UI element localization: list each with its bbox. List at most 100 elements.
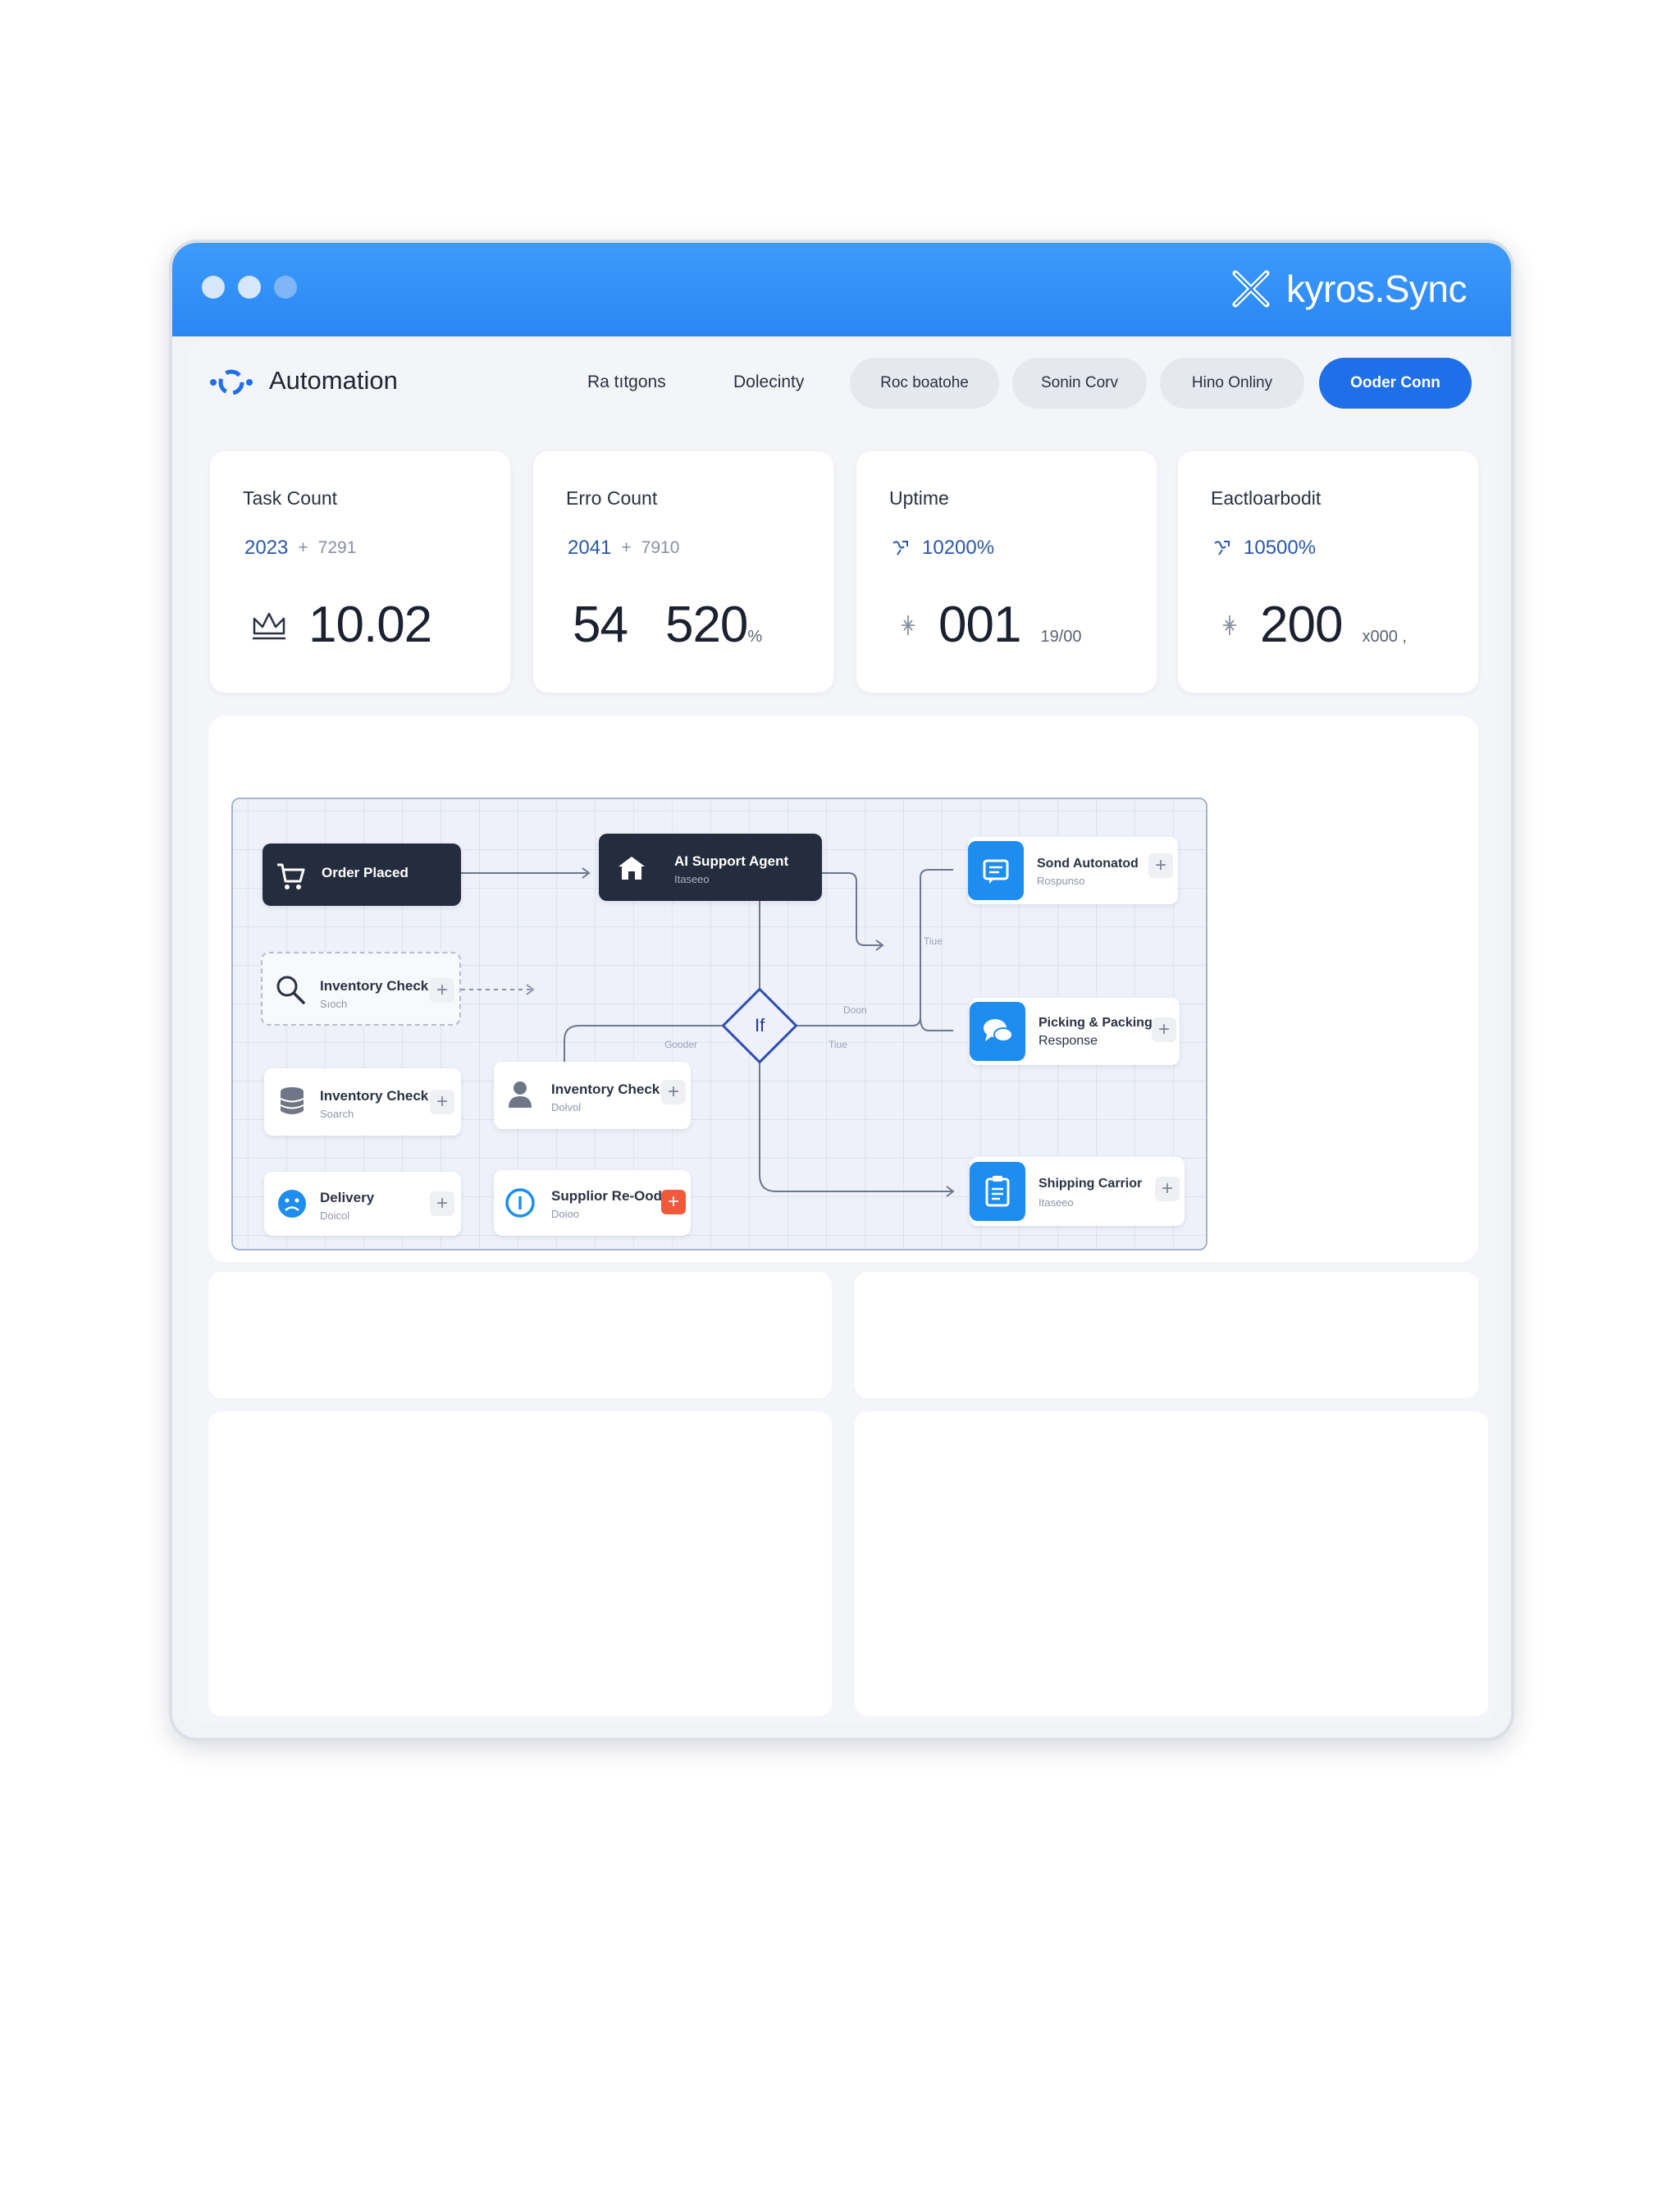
if-decision-label: If [755, 1015, 765, 1035]
node-title: AI Support Agent [674, 853, 789, 869]
stat-value: 200 [1260, 597, 1343, 653]
stat-value: 10.02 [308, 597, 432, 653]
stat-sub-value: 2041 [568, 537, 612, 559]
stat-sub-extra: 7910 [641, 538, 680, 557]
node-supplier-reorder[interactable]: Supplior Re-Oodr Doioo + [494, 1170, 691, 1236]
node-subtitle: Sıoch [320, 998, 348, 1010]
stat-value-prefix: 54 [573, 597, 628, 653]
store-icon [619, 857, 645, 880]
title-bar: kyros.Sync [172, 243, 1511, 336]
node-ai-support-agent[interactable]: AI Support Agent Itaseeo [599, 834, 822, 901]
top-nav: Automation Ra tıtgons Dolecinty Roc boat… [189, 340, 1496, 425]
node-title: Shipping Carrior [1039, 1177, 1143, 1191]
node-inventory-check-database[interactable]: Inventory Check Soarch + [264, 1068, 461, 1136]
stat-card-error-count: Erro Count 2041 + 7910 54 520% [533, 451, 833, 693]
node-delivery[interactable]: Delivery Doicol + [264, 1172, 461, 1236]
node-title: Inventory Check [320, 978, 429, 994]
search-icon [276, 976, 305, 1004]
node-subtitle: Doicol [320, 1209, 350, 1222]
maximize-window-button[interactable] [274, 276, 297, 299]
node-shipping-carrier[interactable]: Shipping Carrior Itaseeo + [970, 1157, 1185, 1226]
stat-sub-sep: + [298, 538, 308, 557]
wire-label-false: Doon [843, 1004, 867, 1016]
add-step-button[interactable]: + [430, 1191, 454, 1216]
stat-title: Erro Count [566, 487, 658, 509]
node-subtitle: Response [1039, 1034, 1098, 1048]
stat-sub: 2041 + 7910 [568, 537, 679, 560]
wire-agent-to-split [822, 872, 883, 946]
node-subtitle: Soarch [320, 1108, 354, 1120]
stat-sub-value: 2023 [244, 537, 289, 559]
nav-pill-1[interactable]: Roc boatohe [850, 358, 999, 409]
nav-link-1[interactable]: Ra tıtgons [587, 373, 666, 392]
stat-main: 001 19/00 [897, 596, 1082, 654]
chat-icon [970, 1002, 1025, 1061]
node-title: Inventory Check [551, 1081, 660, 1097]
node-subtitle: Itaseeo [674, 873, 710, 885]
app-window: kyros.Sync Automation Ra tıtgons Dolecin… [169, 240, 1514, 1741]
stat-main: 200 x000 , [1219, 596, 1407, 654]
add-step-button-highlight[interactable]: + [661, 1190, 686, 1214]
stat-sub-extra: 7291 [317, 538, 357, 557]
add-step-button[interactable]: + [430, 978, 454, 1003]
node-subtitle: Dolvol [551, 1101, 582, 1113]
content-panel-3 [208, 1411, 832, 1717]
node-title: Picking & Packing [1039, 1016, 1153, 1030]
add-step-button[interactable]: + [430, 1090, 454, 1114]
node-subtitle: Rospunso [1037, 875, 1085, 887]
node-inventory-check-user[interactable]: Inventory Check Dolvol + [494, 1062, 691, 1129]
stat-unit: 19/00 [1040, 628, 1082, 646]
stat-sub-sep: + [621, 538, 632, 557]
add-step-button[interactable]: + [1155, 1177, 1180, 1201]
brand: kyros.Sync [1227, 264, 1467, 313]
node-subtitle: Doioo [551, 1208, 579, 1220]
stat-title: Task Count [243, 487, 338, 509]
stat-value: 001 [938, 597, 1021, 653]
add-step-button[interactable]: + [661, 1080, 686, 1104]
workflow-panel: Tiue Doon Tiue Gooder If Order Placed AI… [208, 715, 1478, 1262]
node-picking-packing[interactable]: Picking & Packing Response + [970, 998, 1180, 1065]
stat-main: 10.02 [251, 596, 432, 654]
wire-if-to-shipping [759, 1055, 953, 1192]
minimize-window-button[interactable] [238, 276, 261, 299]
workflow-canvas[interactable]: Tiue Doon Tiue Gooder If Order Placed AI… [231, 798, 1208, 1250]
clipboard-icon [970, 1162, 1025, 1221]
node-order-placed[interactable]: Order Placed [262, 843, 461, 906]
nav-pill-3[interactable]: Hino Onliny [1160, 358, 1304, 409]
stat-main: 54 520% [573, 596, 762, 654]
content-panel-4 [855, 1411, 1488, 1717]
node-title: Delivery [320, 1190, 375, 1205]
wire-label-true-1: Tiue [924, 935, 943, 947]
node-subtitle: Itaseeo [1039, 1196, 1074, 1209]
stat-value: 520 [664, 597, 748, 653]
node-send-automated-response[interactable]: Sond Autonatod Rospunso + [968, 837, 1178, 904]
brand-name: kyros.Sync [1286, 267, 1467, 310]
message-icon [968, 841, 1024, 900]
crown-icon [253, 612, 285, 639]
info-icon [505, 1188, 535, 1218]
close-window-button[interactable] [202, 276, 225, 299]
add-step-button[interactable]: + [1148, 853, 1173, 878]
stat-card-eactloarbodit: Eactloarbodit 10500% 200 x000 , [1178, 451, 1478, 693]
node-title: Order Placed [322, 865, 409, 880]
automation-logo-icon [210, 369, 253, 395]
stat-sub-value: 10200% [922, 537, 995, 559]
content-panel-2 [855, 1272, 1478, 1398]
sparkle-icon [902, 615, 915, 635]
trend-icon [892, 541, 908, 555]
stat-unit: x000 , [1362, 628, 1407, 646]
nav-link-2[interactable]: Dolecinty [733, 373, 804, 392]
stat-title: Uptime [889, 487, 949, 509]
app-title: Automation [269, 366, 398, 395]
sad-face-icon [278, 1190, 306, 1218]
stat-value-group: 520% [665, 596, 762, 654]
stat-sub: 10200% [891, 537, 994, 560]
nav-pill-2[interactable]: Sonin Corv [1012, 358, 1147, 409]
stat-title: Eactloarbodit [1211, 487, 1322, 509]
stat-sub-value: 10500% [1244, 537, 1317, 559]
node-inventory-check-dashed[interactable]: Inventory Check Sıoch + [261, 952, 461, 1026]
wire-if-to-picking [920, 1017, 953, 1031]
wire-if-to-inventory [564, 1025, 722, 1062]
primary-action-button[interactable]: Ooder Conn [1319, 358, 1472, 409]
add-step-button[interactable]: + [1152, 1017, 1176, 1042]
